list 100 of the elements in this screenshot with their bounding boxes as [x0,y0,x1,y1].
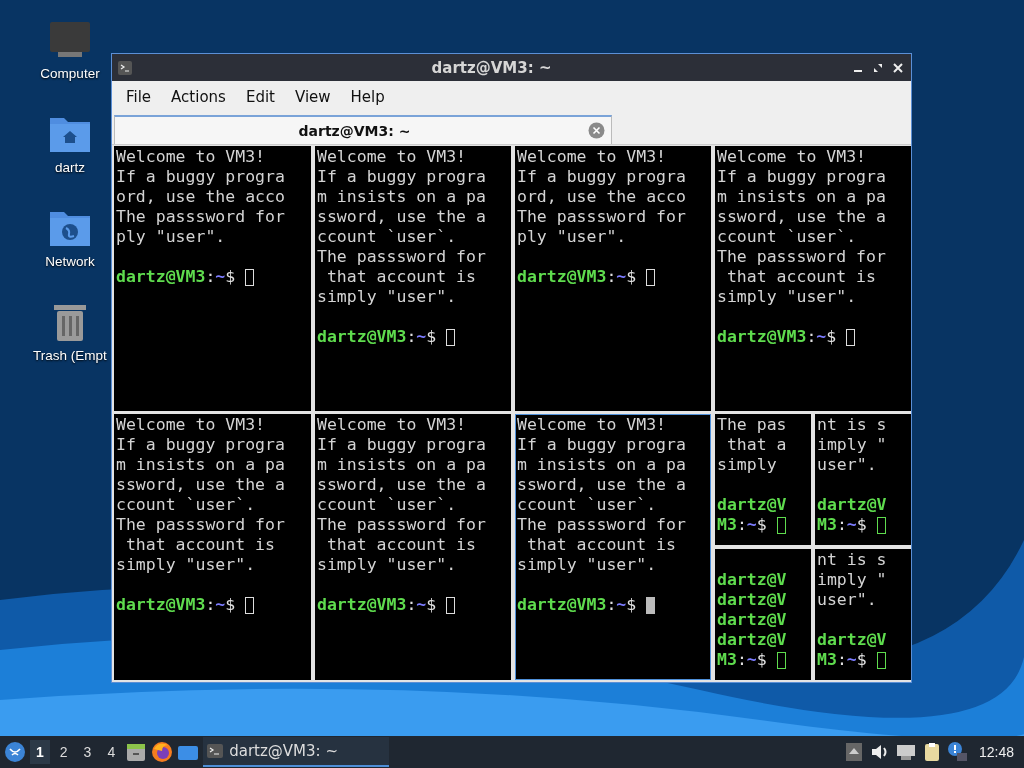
terminal-line: ord, use the acco [116,187,285,207]
terminal-pane[interactable]: Welcome to VM3! If a buggy progra m insists on a pa ssword, use the a ccount `user`. The passsword for that account is simply "user". dartz@VM3:~$ [515,414,711,680]
menu-item[interactable]: Actions [161,83,236,110]
terminal-line: ord, use the acco [517,187,686,207]
prompt: M3:~$ [717,515,767,535]
terminal-line: The passsword for [317,247,486,267]
workspace-button[interactable]: 2 [53,740,74,764]
prompt: dartz@V [817,630,887,650]
menu-item[interactable]: View [284,83,341,110]
terminal-line: ccount `user`. [517,495,657,515]
terminal-line: The passsword for [116,515,285,535]
terminal-line: simply "user". [116,555,256,575]
terminal-pane[interactable]: Welcome to VM3! If a buggy progra m insists on a pa ssword, use the a ccount `user`. The passsword for that account is simply "user". dartz@VM3:~$ [114,414,311,680]
menu-item[interactable]: Help [340,83,395,110]
window-title: dartz@VM3: ~ [430,58,553,77]
terminal-line: that account is [325,267,476,287]
terminal-line: user". [817,455,877,475]
close-icon[interactable] [891,60,905,75]
prompt: dartz@V [717,610,787,630]
workspace-button[interactable]: 3 [77,740,98,764]
browser-icon[interactable] [151,741,174,763]
terminal-line: that a [725,435,787,455]
terminal-pane[interactable]: Welcome to VM3! If a buggy progra ord, use the acco The passsword for ply "user". dartz@VM3:~$ [114,146,311,411]
terminal-line: that account is [124,535,275,555]
terminal-line: m insists on a pa [517,455,686,475]
terminal-line: ccount `user`. [317,495,457,515]
prompt: M3:~$ [817,515,867,535]
prompt: dartz@VM3:~$ [517,595,637,615]
terminal-line: Welcome to VM3! [717,147,866,167]
terminal-line: If a buggy progra [317,435,486,455]
desktop-icon-label[interactable]: dartz [55,160,85,175]
terminal-line: ssword, use the a [317,475,486,495]
prompt: dartz@VM3:~$ [317,595,437,615]
terminal-line: The passsword for [517,515,686,535]
terminal-pane[interactable]: Welcome to VM3! If a buggy progra m insists on a pa ssword, use the a ccount `user`. The passsword for that account is simply "user". dartz@VM3:~$ [315,146,511,411]
prompt: dartz@VM3:~$ [116,267,236,287]
terminal-line: The passsword for [317,515,486,535]
menu-item[interactable]: Edit [235,83,285,110]
terminal-line: simply "user". [717,287,857,307]
clock: 12:48 [977,744,1015,760]
desktop-icon-label[interactable]: Trash (Empt [33,348,107,363]
notification-icon[interactable] [946,741,969,763]
terminal-line: simply "user". [317,555,457,575]
terminal-icon [118,60,132,75]
terminal-line: The passsword for [717,247,886,267]
terminal-pane[interactable]: The pas that a simply dartz@V M3:~$ [715,414,811,545]
terminal-line: ccount `user`. [717,227,857,247]
prompt: dartz@V [717,570,787,590]
terminal-line: ssword, use the a [517,475,686,495]
prompt: dartz@VM3:~$ [717,327,837,347]
prompt: dartz@V [717,590,787,610]
file-manager-icon[interactable] [125,741,148,763]
terminal-pane[interactable]: nt is s imply " user". dartz@V M3:~$ [815,414,911,545]
terminal-line: simply "user". [317,287,457,307]
prompt: M3:~$ [817,650,867,670]
terminal-line: If a buggy progra [116,167,285,187]
terminal-line: m insists on a pa [717,187,886,207]
desktop-icon-label[interactable]: Network [45,254,95,269]
terminal-line: that account is [525,535,676,555]
menu-item[interactable]: File [116,83,162,110]
workspace-button[interactable]: 4 [101,740,122,764]
prompt: M3:~$ [717,650,767,670]
terminal-line: imply " [817,570,887,590]
workspace-button[interactable]: 1 [30,740,50,764]
terminal-line: ply "user". [116,227,226,247]
terminal-pane[interactable]: nt is s imply " user". dartz@V M3:~$ [815,549,911,680]
terminal-line: ccount `user`. [317,227,457,247]
terminal-line: If a buggy progra [517,435,686,455]
terminal-line: nt is s [817,415,887,435]
terminal-line: The passsword for [116,207,285,227]
terminal-line: imply " [817,435,887,455]
prompt: dartz@V [817,495,887,515]
prompt: dartz@VM3:~$ [116,595,236,615]
terminal-line: The passsword for [517,207,686,227]
terminal-pane[interactable]: Welcome to VM3! If a buggy progra m insists on a pa ssword, use the a ccount `user`. The passsword for that account is simply "user". dartz@VM3:~$ [315,414,511,680]
terminal-line: If a buggy progra [517,167,686,187]
terminal-line: ccount `user`. [116,495,256,515]
terminal-line: ssword, use the a [116,475,285,495]
taskbar-task[interactable]: dartz@VM3: ~ [203,737,390,767]
prompt: dartz@VM3:~$ [517,267,637,287]
terminal-line: m insists on a pa [317,187,486,207]
terminal-pane[interactable]: dartz@V dartz@V dartz@V dartz@V M3:~$ [715,549,811,680]
terminal-line: nt is s [817,550,887,570]
terminal-line: The pas [717,415,787,435]
terminal-line: Welcome to VM3! [116,415,265,435]
start-menu-icon[interactable] [4,741,26,763]
terminal-line: If a buggy progra [116,435,285,455]
terminal-line: simply "user". [517,555,657,575]
prompt: dartz@V [717,630,787,650]
terminal-line: user". [817,590,877,610]
prompt: dartz@VM3:~$ [317,327,437,347]
terminal-line: Welcome to VM3! [317,415,466,435]
terminal-line: Welcome to VM3! [517,147,666,167]
desktop-icon-label[interactable]: Computer [40,66,100,81]
terminal-pane[interactable]: Welcome to VM3! If a buggy progra m insists on a pa ssword, use the a ccount `user`. The passsword for that account is simply "user". dartz@VM3:~$ [715,146,911,411]
terminal-pane[interactable]: Welcome to VM3! If a buggy progra ord, use the acco The passsword for ply "user". dartz@VM3:~$ [515,146,711,411]
terminal-icon [207,744,224,758]
terminal-line: If a buggy progra [717,167,886,187]
terminal-line: Welcome to VM3! [116,147,265,167]
tab[interactable]: dartz@VM3: ~ [114,115,612,144]
